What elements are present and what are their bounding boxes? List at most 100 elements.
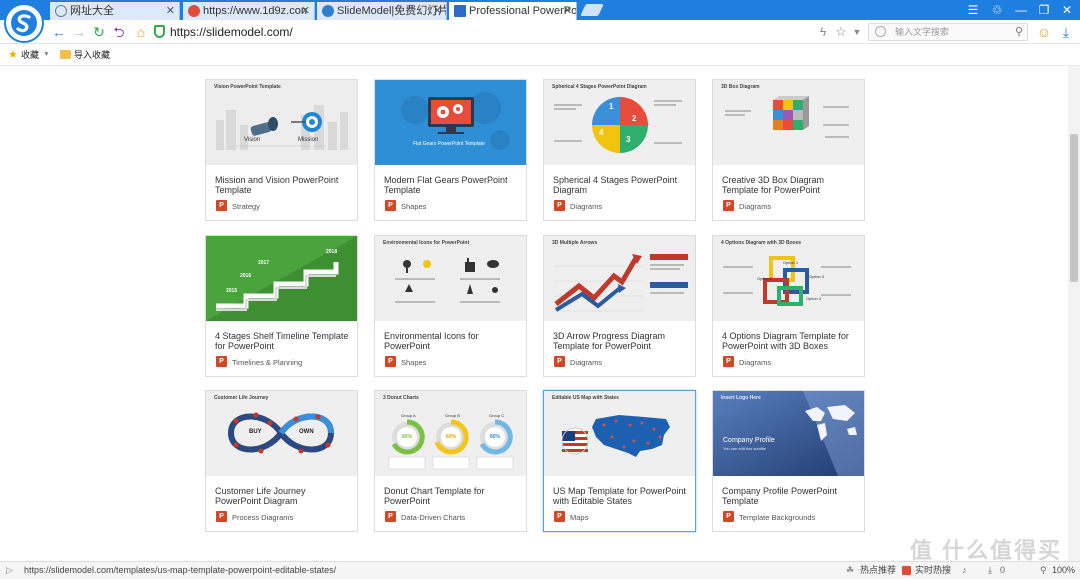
skin-icon[interactable]: ♲ (986, 2, 1008, 18)
flash-icon[interactable]: ϟ (814, 23, 832, 41)
card-title[interactable]: 3D Arrow Progress Diagram Template for P… (553, 331, 691, 351)
template-thumbnail[interactable]: Vision PowerPoint Template Vision Missio… (206, 80, 357, 165)
dropdown-icon[interactable]: ▼ (848, 23, 866, 41)
browser-logo-icon[interactable] (4, 3, 44, 43)
close-window-icon[interactable]: ✕ (1056, 2, 1078, 18)
card-title[interactable]: US Map Template for PowerPoint with Edit… (553, 486, 691, 506)
thumbnail-text: 80% (402, 434, 413, 440)
minimize-icon[interactable]: — (1010, 2, 1032, 18)
hot-recommend-link[interactable]: 热点推荐 (860, 562, 896, 579)
template-card[interactable]: Flat Gears PowerPoint Template Modern Fl… (374, 79, 527, 221)
restore-icon[interactable]: ❐ (1033, 2, 1055, 18)
speaker-icon[interactable]: ♪ (962, 562, 967, 579)
close-tab-icon[interactable]: ✕ (301, 2, 310, 20)
back-icon[interactable]: ← (50, 23, 68, 41)
download-count: 0 (1000, 565, 1006, 575)
card-category[interactable]: Diagrams (570, 202, 602, 211)
home-icon[interactable]: ⌂ (132, 23, 150, 41)
thumbnail-text: 4 (599, 128, 604, 137)
card-title[interactable]: 4 Stages Shelf Timeline Template for Pow… (215, 331, 353, 351)
thumbnail-label: Spherical 4 Stages PowerPoint Diagram (552, 84, 647, 90)
close-tab-icon[interactable]: ✕ (563, 2, 572, 20)
template-thumbnail[interactable]: Environmental Icons for PowerPoint (375, 236, 526, 321)
scrollbar-thumb[interactable] (1070, 134, 1078, 282)
template-card[interactable]: 4 Options Diagram with 3D Boxes Option 1… (712, 235, 865, 377)
template-thumbnail[interactable]: 2015 2016 2017 2018 (206, 236, 357, 321)
new-tab-button[interactable] (580, 4, 604, 16)
zoom-icon[interactable]: ⚲ (1040, 562, 1047, 579)
template-thumbnail[interactable]: 3 Donut Charts Group A Group B Group C 8… (375, 391, 526, 476)
card-category[interactable]: Strategy (232, 202, 260, 211)
search-icon[interactable]: ⚲ (1015, 24, 1023, 40)
card-category[interactable]: Shapes (401, 358, 426, 367)
template-thumbnail[interactable]: Insert Logo Here Company Profile You can… (713, 391, 864, 476)
powerpoint-icon: P (216, 356, 227, 367)
template-card[interactable]: 2015 2016 2017 2018 4 Stages Shelf Timel… (205, 235, 358, 377)
thumbnail-text: 1 (609, 102, 614, 111)
card-title[interactable]: Spherical 4 Stages PowerPoint Diagram (553, 175, 691, 195)
card-title[interactable]: Company Profile PowerPoint Template (722, 486, 860, 506)
card-category[interactable]: Timelines & Planning (232, 358, 302, 367)
powerpoint-icon: P (385, 200, 396, 211)
emoji-icon[interactable]: ☺ (1035, 23, 1053, 41)
tab-1d9z[interactable]: https://www.1d9z.con ✕ (183, 2, 315, 20)
download-icon[interactable]: ⤓ (1057, 23, 1075, 41)
card-title[interactable]: Mission and Vision PowerPoint Template (215, 175, 353, 195)
favorites-button[interactable]: 收藏 (21, 44, 39, 66)
template-card[interactable]: Insert Logo Here Company Profile You can… (712, 390, 865, 532)
tab-slidemodel-cn[interactable]: SlideModel|免费幻灯片 ✕ (317, 2, 447, 20)
undo-icon[interactable]: ⮌ (110, 23, 128, 41)
import-favorites-link[interactable]: 导入收藏 (74, 44, 110, 66)
template-thumbnail[interactable]: Flat Gears PowerPoint Template (375, 80, 526, 165)
status-url: https://slidemodel.com/templates/us-map-… (24, 565, 337, 575)
refresh-icon[interactable]: ↻ (90, 23, 108, 41)
close-tab-icon[interactable]: ✕ (166, 2, 175, 20)
template-thumbnail[interactable]: 4 Options Diagram with 3D Boxes Option 1… (713, 236, 864, 321)
thumbnail-label: Customer Life Journey (214, 395, 269, 401)
template-thumbnail[interactable]: 3D Multiple Arrows (544, 236, 695, 321)
card-title[interactable]: Environmental Icons for PowerPoint (384, 331, 522, 351)
close-tab-icon[interactable]: ✕ (433, 2, 442, 20)
sidebar-toggle-icon[interactable]: ▷ (6, 562, 13, 579)
card-category[interactable]: Maps (570, 513, 588, 522)
card-title[interactable]: Donut Chart Template for PowerPoint (384, 486, 522, 506)
card-title[interactable]: Modern Flat Gears PowerPoint Template (384, 175, 522, 195)
forward-icon[interactable]: → (70, 23, 88, 41)
thumbnail-text: Option 4 (806, 296, 822, 301)
card-category[interactable]: Diagrams (739, 358, 771, 367)
tab-professional-powerpoint[interactable]: Professional PowerPo ✕ (449, 2, 577, 20)
menu-icon[interactable]: ☰ (962, 2, 984, 18)
template-thumbnail[interactable]: Customer Life Journey BUY OWN (206, 391, 357, 476)
template-thumbnail[interactable]: Spherical 4 Stages PowerPoint Diagram 1 … (544, 80, 695, 165)
tab-url-directory[interactable]: 网址大全 ✕ (50, 2, 180, 20)
card-title[interactable]: Customer Life Journey PowerPoint Diagram (215, 486, 353, 506)
card-category[interactable]: Template Backgrounds (739, 513, 815, 522)
template-card[interactable]: 3D Multiple Arrows 3D Arrow Progress Dia… (543, 235, 696, 377)
template-card[interactable]: Spherical 4 Stages PowerPoint Diagram 1 … (543, 79, 696, 221)
template-card[interactable]: Environmental Icons for PowerPoint Envir… (374, 235, 527, 377)
template-card[interactable]: Customer Life Journey BUY OWN Customer L… (205, 390, 358, 532)
card-category[interactable]: Process Diagrams (232, 513, 293, 522)
template-card[interactable]: Vision PowerPoint Template Vision Missio… (205, 79, 358, 221)
dropdown-icon[interactable]: ▼ (43, 44, 50, 66)
realtime-hot-link[interactable]: 实时热搜 (915, 562, 951, 579)
thumbnail-text: 80% (490, 434, 501, 440)
template-thumbnail[interactable]: 3D Box Diagram (713, 80, 864, 165)
vertical-scrollbar[interactable] (1068, 66, 1080, 561)
card-category[interactable]: Shapes (401, 202, 426, 211)
powerpoint-icon: P (723, 200, 734, 211)
card-category[interactable]: Diagrams (570, 358, 602, 367)
template-card[interactable]: 3D Box Diagram Creative 3D Box Diagram T… (712, 79, 865, 221)
card-category[interactable]: Diagrams (739, 202, 771, 211)
template-thumbnail[interactable]: Editable US Map with States (544, 391, 695, 476)
zoom-level[interactable]: 100% (1052, 562, 1075, 579)
search-engine-icon (875, 26, 886, 37)
download-status-icon[interactable]: ⤓ (988, 562, 992, 579)
template-card[interactable]: Editable US Map with States US Map Templ… (543, 390, 696, 532)
card-title[interactable]: Creative 3D Box Diagram Template for Pow… (722, 175, 860, 195)
url-field[interactable]: https://slidemodel.com/ (170, 24, 293, 40)
card-category[interactable]: Data-Driven Charts (401, 513, 465, 522)
template-card[interactable]: 3 Donut Charts Group A Group B Group C 8… (374, 390, 527, 532)
card-title[interactable]: 4 Options Diagram Template for PowerPoin… (722, 331, 860, 351)
search-input[interactable]: 输入文字搜索 ⚲ (868, 23, 1028, 41)
